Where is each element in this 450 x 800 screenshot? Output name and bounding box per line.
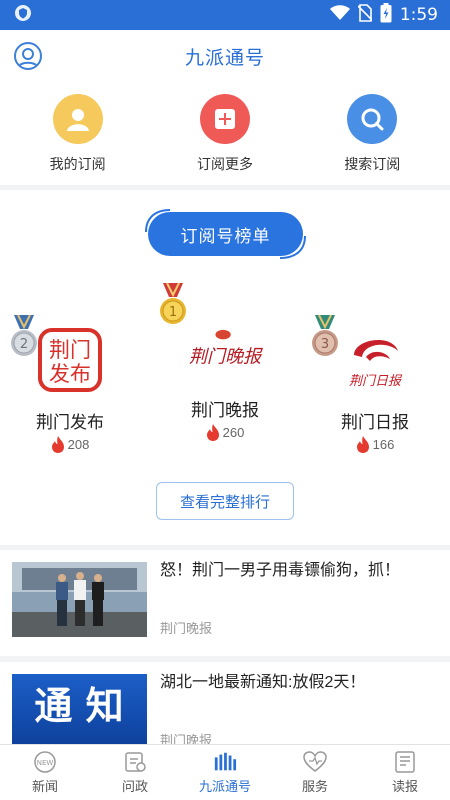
svg-text:NEW: NEW (37, 759, 54, 767)
news-title: 湖北一地最新通知:放假2天！ (160, 674, 366, 691)
tab-label: 读报 (391, 778, 418, 794)
gold-medal-icon: 1 (160, 283, 186, 324)
tab-newspaper[interactable]: 读报 (360, 745, 450, 800)
wifi-icon (329, 4, 350, 26)
tab-label: 新闻 (31, 778, 58, 794)
jingmen-ribao-logo: 荆门日报 (335, 320, 415, 400)
search-subscriptions-button[interactable]: 搜索订阅 (312, 82, 432, 185)
rank-name: 荆门发布 (36, 413, 104, 432)
rank-item-jingmen-wanbao[interactable]: 1 荆门晚报 荆门晚报 260 (155, 283, 295, 441)
search-icon (347, 94, 398, 144)
bronze-medal-icon: 3 (312, 315, 338, 356)
tab-jiupai[interactable]: 九派通号 (180, 745, 270, 800)
my-subscriptions-label: 我的订阅 (49, 156, 106, 172)
my-subscriptions-button[interactable]: 我的订阅 (18, 82, 138, 185)
heat-value: 208 (67, 437, 90, 452)
user-icon (52, 94, 103, 144)
status-time: 1:59 (399, 5, 438, 25)
tab-service[interactable]: 服务 (270, 745, 360, 800)
flame-icon (206, 424, 219, 441)
rank-heat: 166 (305, 436, 445, 453)
news-item[interactable]: 怒！荆门一男子用毒镖偷狗，抓！ 荆门晚报 (0, 550, 450, 656)
svg-text:2: 2 (20, 337, 28, 352)
status-bar: 1:59 (0, 0, 450, 30)
rank-name: 荆门日报 (341, 413, 409, 432)
news-title: 怒！荆门一男子用毒镖偷狗，抓！ (160, 562, 401, 579)
page-title: 九派通号 (184, 47, 265, 69)
search-subscriptions-label: 搜索订阅 (344, 156, 401, 172)
news-thumbnail: 通 知 (12, 674, 147, 749)
news-icon: NEW (33, 750, 57, 773)
svg-text:3: 3 (321, 337, 329, 352)
bottom-tab-bar: NEW 新闻 问政 九派通号 服务 读报 (0, 744, 450, 800)
svg-text:荆门晚报: 荆门晚报 (189, 346, 263, 367)
svg-text:荆门日报: 荆门日报 (349, 374, 403, 389)
service-icon (303, 750, 327, 773)
profile-button[interactable] (14, 42, 42, 70)
svg-text:通 知: 通 知 (34, 684, 123, 728)
rank-item-jingmen-fabu[interactable]: 2 荆门 发布 荆门发布 208 (0, 315, 140, 453)
inquiry-icon (123, 751, 147, 773)
flame-icon (51, 436, 64, 453)
news-thumbnail (12, 562, 147, 637)
rank-item-jingmen-ribao[interactable]: 3 荆门日报 荆门日报 166 (305, 315, 445, 453)
flame-icon (356, 436, 369, 453)
ranking-title-wrap: 订阅号榜单 (145, 209, 306, 259)
jiupai-icon (213, 751, 237, 773)
plus-icon (199, 94, 250, 144)
quick-actions: 我的订阅 订阅更多 搜索订阅 (0, 82, 450, 185)
tab-inquiry[interactable]: 问政 (90, 745, 180, 800)
view-full-ranking-button[interactable]: 查看完整排行 (156, 482, 294, 520)
silver-medal-icon: 2 (11, 315, 37, 356)
rank-heat: 260 (155, 424, 295, 441)
jingmen-wanbao-logo: 荆门晚报 (185, 308, 265, 388)
rank-name: 荆门晚报 (191, 401, 259, 420)
svg-text:1: 1 (169, 305, 177, 320)
app-header: 九派通号 (0, 30, 450, 82)
news-source: 荆门晚报 (160, 621, 213, 636)
shield-icon (14, 4, 32, 27)
tab-label: 九派通号 (198, 778, 251, 794)
rank-heat: 208 (0, 436, 140, 453)
newspaper-icon (393, 750, 417, 773)
tab-news[interactable]: NEW 新闻 (0, 745, 90, 800)
tab-label: 服务 (301, 778, 328, 794)
svg-text:发布: 发布 (49, 362, 91, 386)
news-list: 怒！荆门一男子用毒镖偷狗，抓！ 荆门晚报 通 知 湖北一地最新通知:放假2天！ … (0, 550, 450, 774)
ranking-card: 订阅号榜单 2 荆门 发布 荆门发布 208 1 荆门晚报 荆门晚报 260 3… (0, 190, 450, 545)
avatar-icon (17, 48, 39, 68)
ranking-title: 订阅号榜单 (148, 212, 303, 256)
jingmen-fabu-logo: 荆门 发布 (30, 320, 110, 400)
tab-label: 问政 (121, 778, 148, 794)
no-sim-icon (357, 3, 373, 27)
heat-value: 260 (222, 425, 245, 440)
heat-value: 166 (372, 437, 395, 452)
battery-icon (380, 2, 392, 28)
svg-text:荆门: 荆门 (49, 338, 91, 362)
subscribe-more-button[interactable]: 订阅更多 (165, 82, 285, 185)
subscribe-more-label: 订阅更多 (196, 156, 253, 172)
